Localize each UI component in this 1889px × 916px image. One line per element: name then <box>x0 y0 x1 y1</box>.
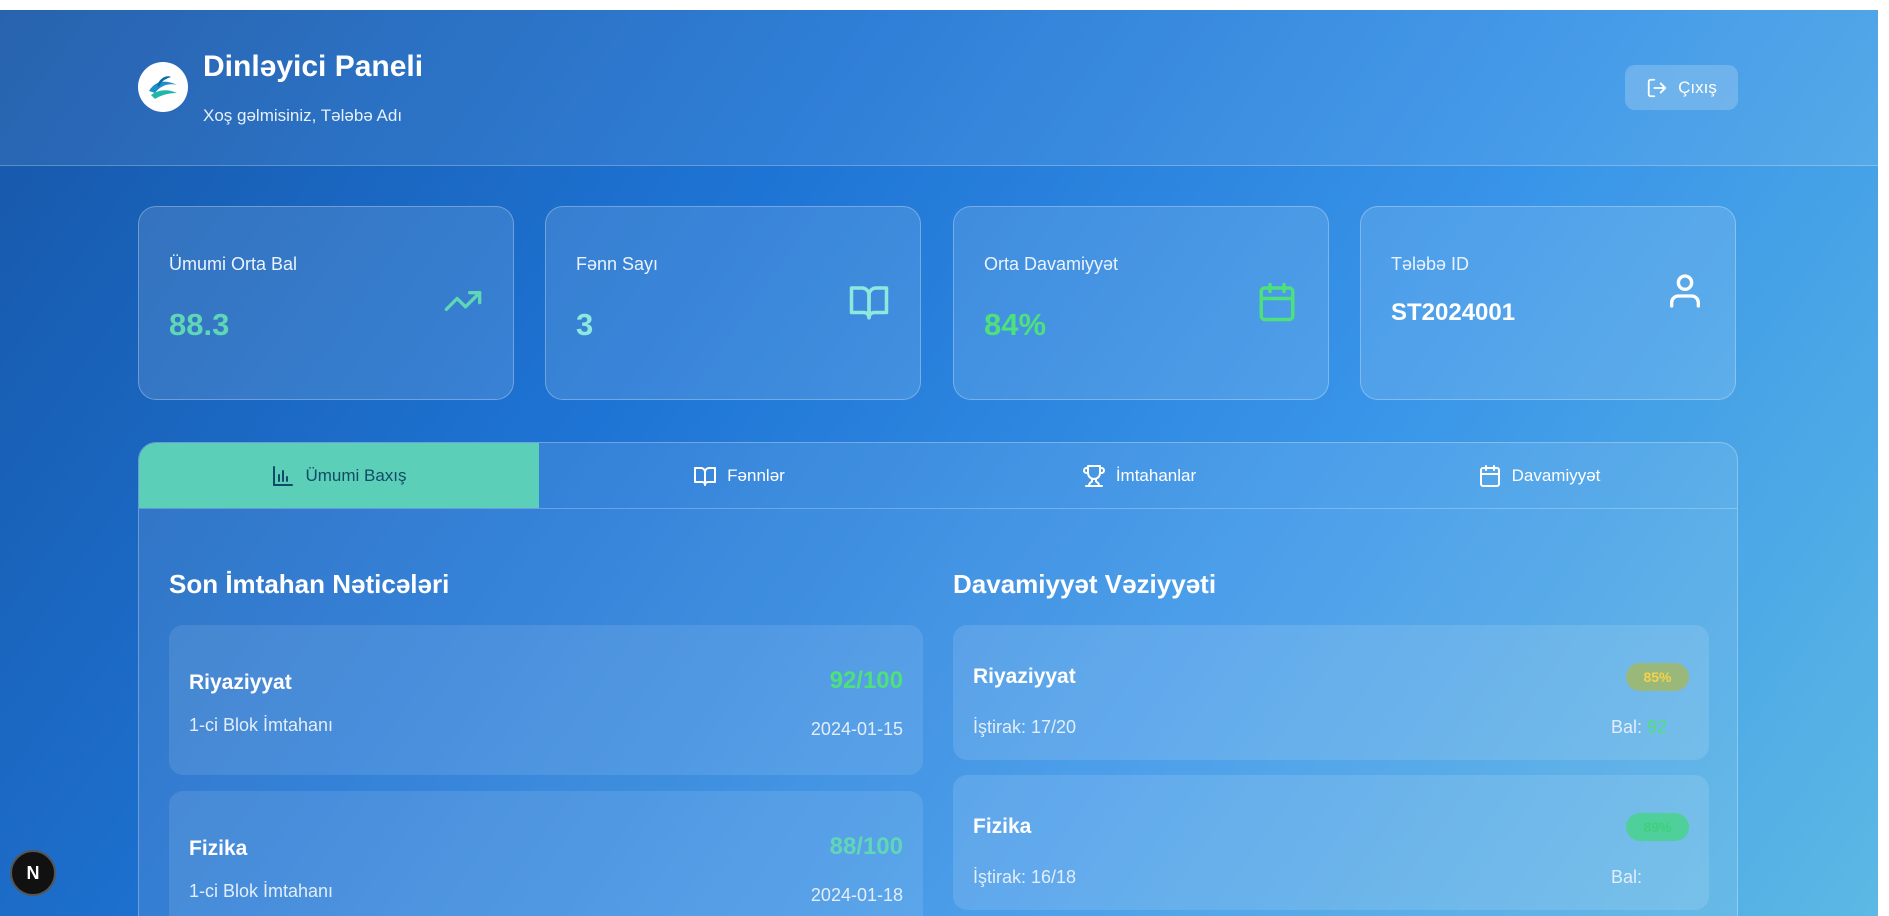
trending-up-icon <box>444 291 482 311</box>
tab-exams[interactable]: İmtahanlar <box>939 443 1339 508</box>
attendance-score-label: Bal: <box>1611 867 1643 887</box>
exam-subject: Riyaziyyat <box>189 671 292 694</box>
stat-label: Orta Davamiyyət <box>984 254 1119 274</box>
exam-date: 2024-01-18 <box>810 885 903 905</box>
exam-results-title: Son İmtahan Nəticələri <box>169 569 450 599</box>
tab-panel: Ümumi Baxış Fənnlər İmtahanlar Davamiyyə… <box>138 442 1738 916</box>
tab-label: Ümumi Baxış <box>305 465 407 485</box>
stat-card-attendance: Orta Davamiyyət 84% <box>953 206 1329 400</box>
stat-value: 3 <box>576 307 594 342</box>
header: Dinləyici Paneli Xoş gəlmisiniz, Tələbə … <box>0 10 1878 166</box>
attendance-score-value: 92 <box>1647 717 1668 737</box>
book-open-icon <box>694 466 717 486</box>
exam-type: 1-ci Blok İmtahanı <box>189 715 334 735</box>
browser-top-edge <box>0 0 1889 10</box>
logout-icon <box>1647 78 1667 97</box>
page-title: Dinləyici Paneli <box>203 50 424 83</box>
stat-card-student-id: Tələbə ID ST2024001 <box>1360 206 1736 400</box>
stat-label: Ümumi Orta Bal <box>169 254 298 274</box>
attendance-score: Bal: <box>1611 867 1689 888</box>
book-open-icon <box>849 286 889 320</box>
attendance-participation: İştirak: 17/20 <box>973 717 1077 737</box>
stat-label: Fənn Sayı <box>576 254 659 274</box>
exam-score: 92/100 <box>829 667 903 694</box>
tab-overview[interactable]: Ümumi Baxış <box>139 443 539 508</box>
tab-bar: Ümumi Baxış Fənnlər İmtahanlar Davamiyyə… <box>139 443 1737 509</box>
exam-date: 2024-01-15 <box>810 719 903 739</box>
calendar-icon <box>1259 282 1295 322</box>
exam-card[interactable]: Fizika 1-ci Blok İmtahanı 88/100 2024-01… <box>169 791 923 916</box>
bar-chart-icon <box>273 465 294 486</box>
exam-type: 1-ci Blok İmtahanı <box>189 881 334 901</box>
tab-label: Davamiyyət <box>1511 465 1601 485</box>
attendance-percent-badge: 85% <box>1626 663 1689 691</box>
logout-label: Çıxış <box>1678 77 1717 97</box>
stat-label: Tələbə ID <box>1391 254 1470 274</box>
welcome-text: Xoş gəlmisiniz, Tələbə Adı <box>203 106 403 125</box>
tab-attendance[interactable]: Davamiyyət <box>1339 443 1737 508</box>
tab-label: İmtahanlar <box>1115 465 1197 485</box>
dev-tools-button[interactable]: N <box>10 850 56 896</box>
stat-value: 84% <box>984 307 1047 342</box>
attendance-participation: İştirak: 16/18 <box>973 867 1077 887</box>
stat-value: 88.3 <box>169 307 230 342</box>
trophy-icon <box>1082 464 1105 487</box>
attendance-percent-badge: 89% <box>1626 813 1689 841</box>
attendance-score: Bal: 92 <box>1611 717 1689 738</box>
exam-score: 88/100 <box>829 833 903 860</box>
attendance-subject: Riyaziyyat <box>973 665 1076 688</box>
exam-card[interactable]: Riyaziyyat 1-ci Blok İmtahanı 92/100 202… <box>169 625 923 775</box>
exam-subject: Fizika <box>189 837 248 860</box>
dev-tools-label: N <box>26 862 40 883</box>
dashboard-page: Dinləyici Paneli Xoş gəlmisiniz, Tələbə … <box>0 10 1878 916</box>
stat-card-average: Ümumi Orta Bal 88.3 <box>138 206 514 400</box>
tab-subjects[interactable]: Fənnlər <box>539 443 939 508</box>
attendance-score-label: Bal: <box>1611 717 1643 737</box>
stat-card-subject-count: Fənn Sayı 3 <box>545 206 921 400</box>
tab-label: Fənnlər <box>727 465 785 485</box>
stat-value: ST2024001 <box>1391 299 1516 326</box>
attendance-card[interactable]: Fizika 89% İştirak: 16/18 Bal: <box>953 775 1709 910</box>
attendance-title: Davamiyyət Vəziyyəti <box>953 569 1217 599</box>
calendar-icon <box>1479 464 1500 487</box>
logo-wave-icon <box>149 76 177 99</box>
user-icon <box>1670 274 1700 308</box>
scrollbar[interactable] <box>1878 0 1889 916</box>
attendance-subject: Fizika <box>973 815 1032 838</box>
logo <box>138 62 188 112</box>
logout-button[interactable]: Çıxış <box>1625 65 1738 110</box>
attendance-card[interactable]: Riyaziyyat 85% İştirak: 17/20 Bal: 92 <box>953 625 1709 760</box>
